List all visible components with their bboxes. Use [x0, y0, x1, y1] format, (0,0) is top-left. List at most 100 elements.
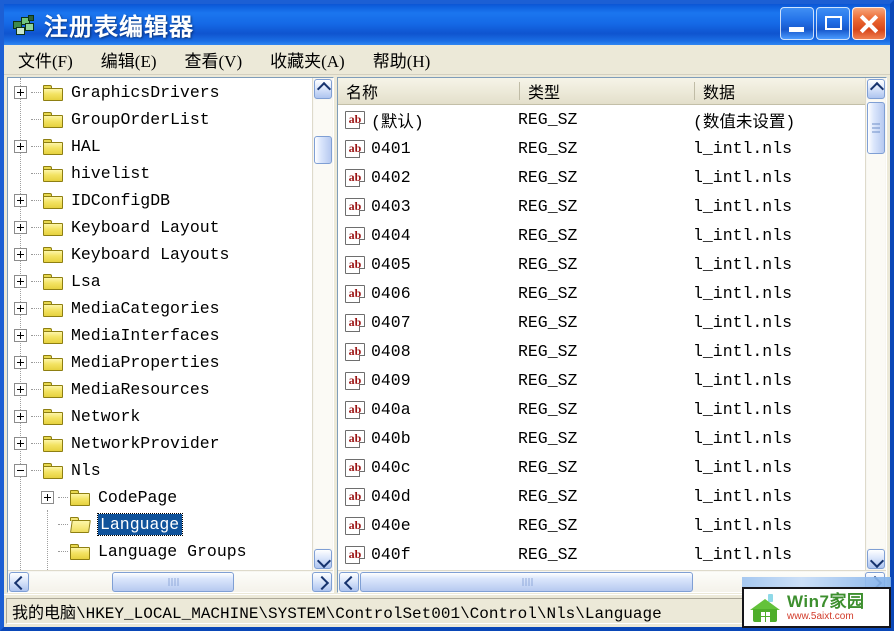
values-hscroll-thumb[interactable]	[360, 571, 693, 592]
maximize-button[interactable]	[816, 7, 850, 40]
tree-connector-line	[31, 361, 41, 364]
tree-hscroll-thumb[interactable]	[112, 571, 234, 592]
tree-item[interactable]: MediaResources	[8, 376, 312, 403]
window-title: 注册表编辑器	[44, 14, 194, 41]
value-data: l_intl.nls	[693, 342, 793, 361]
column-name[interactable]: 名称	[338, 78, 520, 104]
chevron-down-icon	[316, 553, 332, 569]
collapse-minus-icon[interactable]	[14, 464, 27, 477]
value-row[interactable]: ab 0406 REG_SZ l_intl.nls	[338, 279, 865, 308]
tree-item[interactable]: GroupOrderList	[8, 106, 312, 133]
values-viewport[interactable]: 名称 类型 数据 ab (默认) REG_SZ (数值未设置) ab 0401 REG_SZ l_…	[338, 78, 865, 570]
string-value-icon: ab	[345, 487, 365, 506]
tree-hscroll-track[interactable]	[30, 571, 311, 592]
tree-vertical-scrollbar[interactable]	[312, 78, 333, 570]
tree-connector-line	[31, 280, 41, 283]
expand-plus-icon[interactable]	[14, 356, 27, 369]
column-type[interactable]: 类型	[520, 78, 695, 104]
value-type: REG_SZ	[518, 168, 578, 187]
menu-edit[interactable]: 编辑(E)	[97, 45, 167, 74]
value-row[interactable]: ab 040a REG_SZ l_intl.nls	[338, 395, 865, 424]
values-scroll-thumb[interactable]	[867, 102, 885, 154]
column-data[interactable]: 数据	[695, 78, 865, 104]
status-path-text: 我的电脑\HKEY_LOCAL_MACHINE\SYSTEM\ControlSe…	[12, 605, 662, 623]
tree-item[interactable]: CodePage	[8, 484, 312, 511]
tree-item[interactable]: hivelist	[8, 160, 312, 187]
values-scroll-up-button[interactable]	[867, 79, 885, 99]
value-row[interactable]: ab 0405 REG_SZ l_intl.nls	[338, 250, 865, 279]
expand-plus-icon[interactable]	[14, 140, 27, 153]
tree-item[interactable]: Nls	[8, 457, 312, 484]
tree-item[interactable]: Keyboard Layout	[8, 214, 312, 241]
expand-plus-icon[interactable]	[14, 275, 27, 288]
tree-item-label: MediaResources	[71, 380, 210, 399]
value-row[interactable]: ab 0401 REG_SZ l_intl.nls	[338, 134, 865, 163]
expand-plus-icon[interactable]	[14, 329, 27, 342]
tree-item[interactable]: MediaCategories	[8, 295, 312, 322]
folder-icon	[70, 489, 92, 507]
tree-item[interactable]: MediaProperties	[8, 349, 312, 376]
tree-scroll-right-button[interactable]	[312, 571, 332, 592]
tree-scroll-left-button[interactable]	[9, 571, 29, 592]
value-row[interactable]: ab 0409 REG_SZ l_intl.nls	[338, 366, 865, 395]
values-vertical-scrollbar[interactable]	[865, 78, 886, 570]
menu-file[interactable]: 文件(F)	[14, 45, 83, 74]
tree-scroll-track[interactable]	[314, 100, 332, 548]
tree-viewport[interactable]: GraphicsDrivers GroupOrderList HAL hivelist…	[8, 78, 312, 570]
tree-scroll-up-button[interactable]	[314, 79, 332, 99]
menu-bar: 文件(F) 编辑(E) 查看(V) 收藏夹(A) 帮助(H)	[4, 45, 890, 75]
tree-item-label: Nls	[71, 461, 101, 480]
tree-item-label: CodePage	[98, 488, 178, 507]
string-value-icon: ab	[345, 516, 365, 535]
tree-item[interactable]: Language Groups	[8, 538, 312, 565]
expand-plus-icon[interactable]	[14, 248, 27, 261]
expand-plus-icon[interactable]	[14, 302, 27, 315]
value-row[interactable]: ab 040d REG_SZ l_intl.nls	[338, 482, 865, 511]
value-row[interactable]: ab 040b REG_SZ l_intl.nls	[338, 424, 865, 453]
tree-item[interactable]: HAL	[8, 133, 312, 160]
expand-plus-icon[interactable]	[14, 194, 27, 207]
expand-plus-icon[interactable]	[14, 221, 27, 234]
menu-view[interactable]: 查看(V)	[181, 45, 253, 74]
value-row[interactable]: ab 0408 REG_SZ l_intl.nls	[338, 337, 865, 366]
expand-plus-icon[interactable]	[14, 86, 27, 99]
values-scroll-down-button[interactable]	[867, 549, 885, 569]
value-row[interactable]: ab 0403 REG_SZ l_intl.nls	[338, 192, 865, 221]
minimize-button[interactable]	[780, 7, 814, 40]
tree-connector-line	[31, 415, 41, 418]
tree-item[interactable]: Language	[8, 511, 312, 538]
title-bar[interactable]: 注册表编辑器	[4, 4, 890, 45]
expand-plus-icon[interactable]	[41, 491, 54, 504]
tree-item[interactable]: Lsa	[8, 268, 312, 295]
value-row[interactable]: ab 040e REG_SZ l_intl.nls	[338, 511, 865, 540]
expand-plus-icon[interactable]	[14, 410, 27, 423]
value-data: l_intl.nls	[693, 139, 793, 158]
tree-item[interactable]: GraphicsDrivers	[8, 79, 312, 106]
value-type: REG_SZ	[518, 197, 578, 216]
menu-help[interactable]: 帮助(H)	[369, 45, 441, 74]
expand-plus-icon[interactable]	[14, 383, 27, 396]
tree-scroll-down-button[interactable]	[314, 549, 332, 569]
close-button[interactable]	[852, 7, 886, 40]
values-scroll-track[interactable]	[867, 100, 885, 548]
tree-horizontal-scrollbar[interactable]	[8, 570, 333, 592]
tree-item[interactable]: IDConfigDB	[8, 187, 312, 214]
menu-favorites[interactable]: 收藏夹(A)	[266, 45, 355, 74]
tree-item[interactable]: Keyboard Layouts	[8, 241, 312, 268]
value-row[interactable]: ab 0407 REG_SZ l_intl.nls	[338, 308, 865, 337]
values-scroll-left-button[interactable]	[339, 571, 359, 592]
tree-item-label: NetworkProvider	[71, 434, 220, 453]
tree-connector-line	[58, 523, 68, 526]
value-row[interactable]: ab 040f REG_SZ l_intl.nls	[338, 540, 865, 569]
tree-scroll-thumb[interactable]	[314, 136, 332, 164]
value-row[interactable]: ab 0404 REG_SZ l_intl.nls	[338, 221, 865, 250]
tree-item[interactable]: NetworkProvider	[8, 430, 312, 457]
value-row[interactable]: ab 0402 REG_SZ l_intl.nls	[338, 163, 865, 192]
expand-plus-icon[interactable]	[14, 437, 27, 450]
value-row[interactable]: ab 040c REG_SZ l_intl.nls	[338, 453, 865, 482]
value-row[interactable]: ab (默认) REG_SZ (数值未设置)	[338, 105, 865, 134]
tree-item[interactable]: MediaInterfaces	[8, 322, 312, 349]
value-name: (默认)	[371, 112, 424, 132]
tree-item[interactable]: Network	[8, 403, 312, 430]
value-name: 040d	[371, 487, 411, 506]
